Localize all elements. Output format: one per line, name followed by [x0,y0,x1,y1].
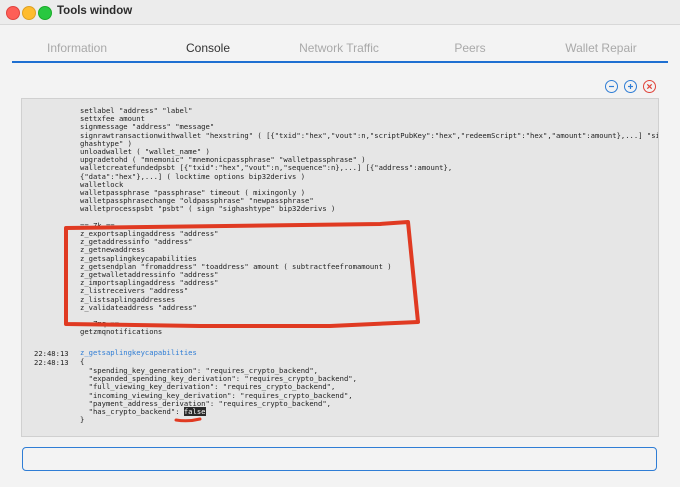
result-key: "has_crypto_backend": [80,407,184,416]
zoom-in-icon[interactable] [624,80,637,93]
zoom-window-button[interactable] [38,6,52,20]
close-window-button[interactable] [6,6,20,20]
title-bar: Tools window [0,0,680,25]
help-line: z_validateaddress "address" [80,302,197,312]
tab-console[interactable]: Console [158,41,258,55]
tab-peers[interactable]: Peers [420,41,520,55]
tab-wallet-repair[interactable]: Wallet Repair [551,41,651,55]
window-title: Tools window [57,5,133,17]
tab-information[interactable]: Information [27,41,127,55]
tab-bar: Information Console Network Traffic Peer… [12,37,668,63]
zoom-out-icon[interactable] [605,80,618,93]
clear-icon[interactable] [643,80,656,93]
help-line: getzmqnotifications [80,327,163,337]
result-line-last: "has_crypto_backend": false [80,407,206,416]
help-line: walletprocesspsbt "psbt" ( sign "sighash… [80,204,336,214]
console-command: z_getsaplingkeycapabilities [80,348,197,357]
timestamp: 22:48:13 [34,349,69,358]
console-output[interactable]: setlabel "address" "label" settxfee amoun… [21,98,659,437]
console-result-close: } [80,415,85,424]
timestamp: 22:48:13 [34,358,69,367]
minimize-window-button[interactable] [22,6,36,20]
result-value-highlight: false [183,407,206,416]
tools-window: Tools window Information Console Network… [0,0,680,487]
console-input[interactable] [22,447,657,471]
tab-network-traffic[interactable]: Network Traffic [289,41,389,55]
help-line: signrawtransactionwithwallet "hexstring"… [80,130,659,140]
